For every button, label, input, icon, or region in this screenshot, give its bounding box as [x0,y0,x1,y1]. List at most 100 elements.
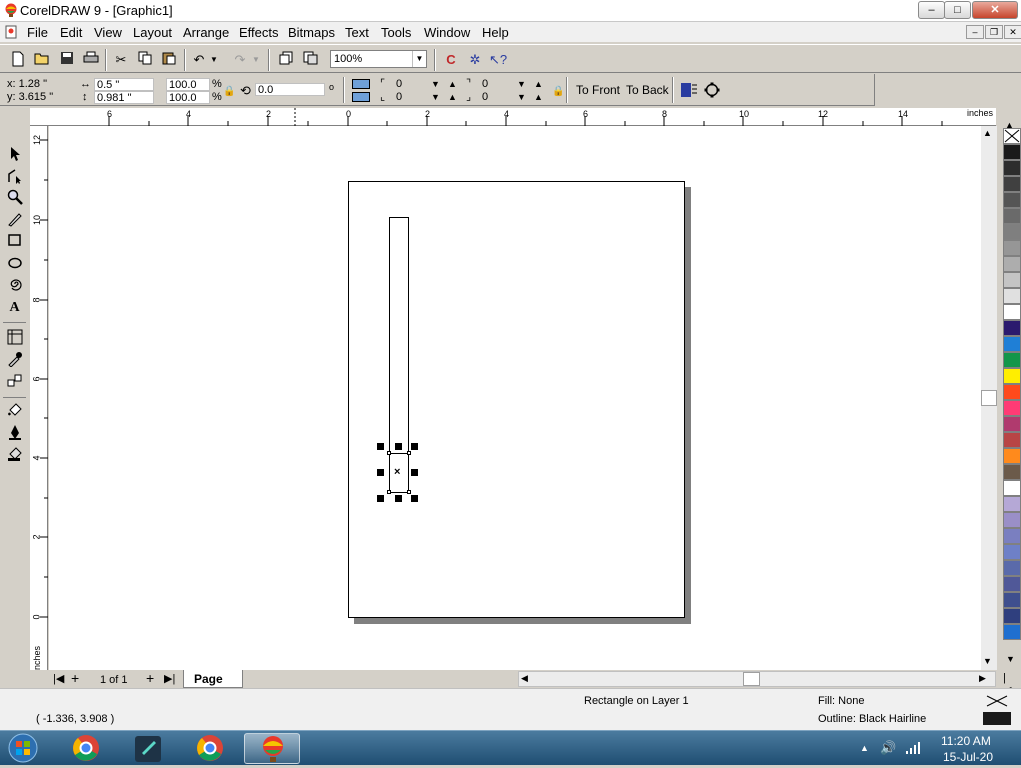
undo-icon[interactable]: ↶ [189,51,209,69]
doc-close-button[interactable]: ✕ [1004,25,1021,39]
rectangle-tool-icon[interactable] [4,232,25,252]
add-page-after-icon[interactable]: + [146,670,154,686]
redo-icon[interactable]: ↷ [230,51,250,69]
menu-arrange[interactable]: Arrange [183,25,229,40]
color-swatch[interactable] [1003,320,1021,336]
selection-handle[interactable] [411,495,418,502]
scale-height-field[interactable]: 100.0 [166,91,210,104]
volume-icon[interactable]: 🔊 [880,740,896,756]
palette-scroll-down-icon[interactable]: ▼ [1006,654,1015,664]
spiral-tool-icon[interactable] [4,276,25,296]
copy-icon[interactable] [135,51,155,69]
menu-tools[interactable]: Tools [381,25,411,40]
minimize-button[interactable]: – [918,1,945,19]
color-swatch[interactable] [1003,272,1021,288]
coreldraw-taskbar-icon[interactable] [244,733,300,764]
save-icon[interactable] [57,51,77,69]
ellipse-tool-icon[interactable] [4,254,25,274]
corel-application-launcher-icon[interactable]: C [441,51,461,69]
color-swatch[interactable] [1003,144,1021,160]
height-field[interactable]: 0.981 " [94,91,154,104]
color-swatch[interactable] [1003,528,1021,544]
menu-layout[interactable]: Layout [133,25,172,40]
color-swatch[interactable] [1003,592,1021,608]
filmora-taskbar-icon[interactable] [120,733,176,764]
wrap-paragraph-text-icon[interactable] [681,83,697,97]
scroll-up-icon[interactable]: ▲ [983,128,992,138]
color-swatch[interactable] [1003,240,1021,256]
pick-tool-icon[interactable] [4,146,25,166]
chrome-taskbar-icon[interactable] [58,733,114,764]
color-swatch[interactable] [1003,480,1021,496]
menu-view[interactable]: View [94,25,122,40]
selection-handle[interactable] [395,443,402,450]
menu-effects[interactable]: Effects [239,25,279,40]
scale-width-field[interactable]: 100.0 [166,78,210,91]
show-hidden-icons-icon[interactable]: ▲ [860,743,869,753]
text-tool-icon[interactable]: A [4,298,25,318]
color-swatch[interactable] [1003,304,1021,320]
scroll-down-icon[interactable]: ▼ [983,656,992,666]
redo-dropdown-icon[interactable]: ▼ [250,51,262,69]
menu-window[interactable]: Window [424,25,470,40]
selection-handle[interactable] [411,469,418,476]
up-arrow-icon[interactable]: ▲ [534,91,543,104]
color-swatch[interactable] [1003,256,1021,272]
color-swatch[interactable] [1003,432,1021,448]
color-swatch[interactable] [1003,288,1021,304]
paste-icon[interactable] [159,51,179,69]
doc-minimize-button[interactable]: – [966,25,984,39]
print-icon[interactable] [81,51,101,69]
color-swatch[interactable] [1003,208,1021,224]
scroll-thumb[interactable] [743,672,760,686]
scroll-thumb[interactable] [981,390,997,406]
y-position-field[interactable]: y: 3.615 " [7,91,53,104]
doc-restore-button[interactable]: ❐ [985,25,1003,39]
to-front-button[interactable]: To Front [576,83,620,97]
dropdown-icon[interactable]: ▼ [431,78,440,91]
color-swatch[interactable] [1003,176,1021,192]
scroll-right-icon[interactable]: ▶ [979,673,986,684]
network-icon[interactable] [905,741,921,755]
undo-dropdown-icon[interactable]: ▼ [208,51,220,69]
zoom-select[interactable]: 100% ▼ [330,50,427,68]
color-swatch[interactable] [1003,464,1021,480]
mirror-horizontal-icon[interactable] [352,79,370,89]
open-icon[interactable] [32,51,52,69]
dropdown-icon[interactable]: ▼ [517,91,526,104]
menu-file[interactable]: File [27,25,48,40]
corner-bl-field[interactable]: 0 [396,91,402,104]
page-tab[interactable]: Page 1 [183,670,243,700]
no-color-swatch[interactable] [1003,128,1021,144]
menu-text[interactable]: Text [345,25,369,40]
clock-date[interactable]: 15-Jul-20 [943,750,993,764]
interactive-fill-tool-icon[interactable] [4,373,25,393]
color-swatch[interactable] [1003,576,1021,592]
color-swatch[interactable] [1003,560,1021,576]
color-swatch[interactable] [1003,400,1021,416]
interactive-transparency-icon[interactable] [4,446,25,466]
up-arrow-icon[interactable]: ▲ [448,78,457,91]
chrome-taskbar-icon[interactable] [182,733,238,764]
new-icon[interactable] [8,51,28,69]
shape-tool-icon[interactable] [4,168,25,188]
convert-to-curves-icon[interactable] [704,82,720,98]
color-swatch[interactable] [1003,336,1021,352]
vertical-ruler[interactable]: 12 10 8 6 4 2 0 inches [30,126,48,672]
horizontal-ruler[interactable]: 6 4 2 0 2 4 6 8 10 12 14 inches [30,108,996,126]
selection-handle[interactable] [411,443,418,450]
corel-online-icon[interactable]: ✲ [465,51,485,69]
up-arrow-icon[interactable]: ▲ [448,91,457,104]
last-page-icon[interactable]: ▶| [164,672,175,685]
document-icon[interactable] [4,25,18,39]
selection-handle[interactable] [377,469,384,476]
start-button[interactable] [5,732,41,765]
color-swatch[interactable] [1003,368,1021,384]
color-swatch[interactable] [1003,496,1021,512]
drawing-canvas[interactable]: × [49,126,981,670]
first-page-icon[interactable]: |◀ [53,672,64,685]
chevron-down-icon[interactable]: ▼ [412,51,426,67]
interactive-blend-tool-icon[interactable] [4,329,25,349]
to-back-button[interactable]: To Back [626,83,669,97]
color-swatch[interactable] [1003,608,1021,624]
